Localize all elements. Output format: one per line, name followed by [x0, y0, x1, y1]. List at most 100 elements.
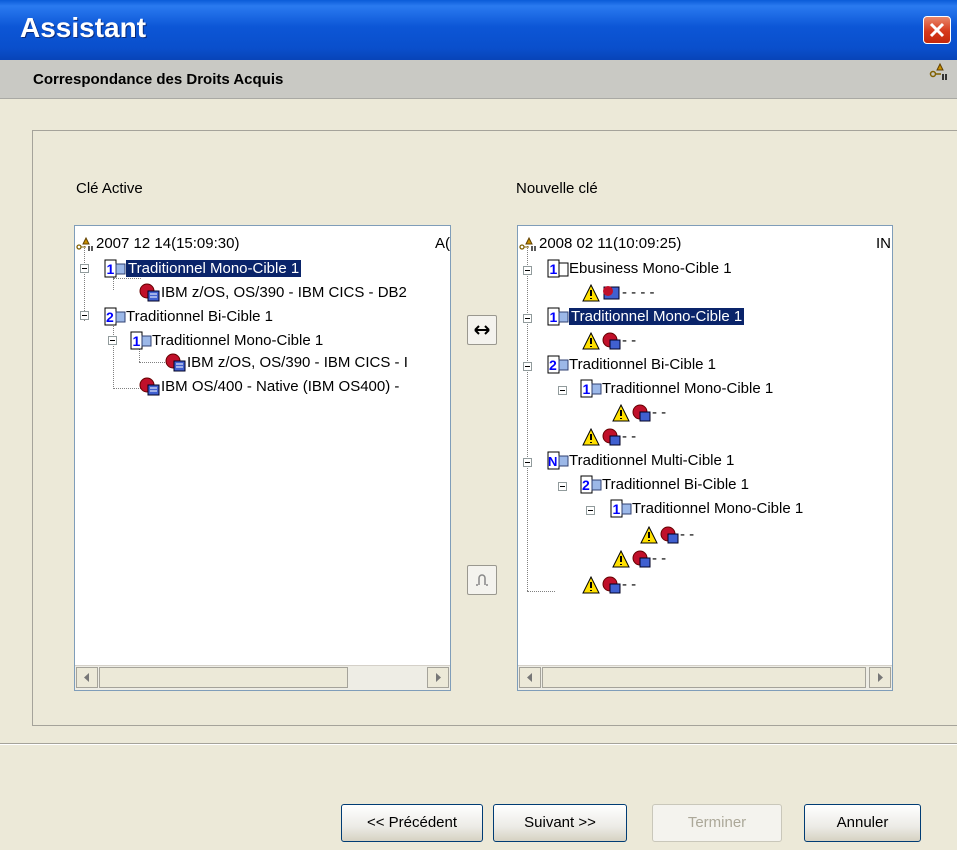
- mono-cible-icon: 1: [547, 307, 569, 326]
- active-key-root[interactable]: 2007 12 14(15:09:30): [76, 233, 239, 255]
- tree-item-label: IBM z/OS, OS/390 - IBM CICS - I: [187, 354, 408, 371]
- tree-item-label: - -: [622, 332, 637, 349]
- previous-button[interactable]: << Précédent: [341, 804, 483, 842]
- title-bar[interactable]: Assistant: [0, 0, 957, 60]
- active-key-tree-content[interactable]: 2007 12 14(15:09:30) A( 1 Traditionnel Mo…: [75, 226, 450, 666]
- tree-item-label: - -: [652, 404, 667, 421]
- warning-icon: [640, 525, 679, 544]
- tree-item-label: IBM z/OS, OS/390 - IBM CICS - DB2: [161, 284, 407, 301]
- warning-icon: [582, 331, 621, 350]
- close-icon: [929, 22, 945, 38]
- tree-item[interactable]: 2 Traditionnel Bi-Cible 1: [104, 306, 273, 328]
- cancel-button[interactable]: Annuler: [804, 804, 921, 842]
- arrow-right-icon: [436, 673, 441, 682]
- active-key-root-suffix: A(: [435, 235, 450, 252]
- horizontal-scrollbar[interactable]: [75, 665, 450, 690]
- tree-item-label: Traditionnel Mono-Cible 1: [632, 500, 804, 517]
- tree-item[interactable]: 1 Ebusiness Mono-Cible 1: [547, 258, 732, 280]
- horizontal-scrollbar[interactable]: [518, 665, 892, 690]
- tree-item-label: Traditionnel Bi-Cible 1: [602, 476, 750, 493]
- separator: [0, 743, 957, 745]
- tree-item[interactable]: N Traditionnel Multi-Cible 1: [547, 450, 734, 472]
- svg-text:2: 2: [106, 309, 114, 325]
- scroll-left-button[interactable]: [76, 667, 98, 688]
- svg-text:1: 1: [133, 333, 141, 349]
- mono-cible-icon: 1: [580, 379, 602, 398]
- svg-text:2: 2: [582, 477, 590, 493]
- tree-item[interactable]: 1 Traditionnel Mono-Cible 1: [547, 306, 745, 328]
- tree-item[interactable]: 2 Traditionnel Bi-Cible 1: [580, 474, 749, 496]
- svg-text:2: 2: [549, 357, 557, 373]
- tree-item[interactable]: - - - -: [582, 282, 654, 304]
- new-key-root-label: 2008 02 11(10:09:25): [539, 235, 682, 252]
- next-button[interactable]: Suivant >>: [493, 804, 627, 842]
- tree-item[interactable]: 1 Traditionnel Mono-Cible 1: [104, 258, 302, 280]
- new-key-tree[interactable]: 2008 02 11(10:09:25) IN 1 Ebusiness Mono-…: [517, 225, 893, 691]
- svg-text:1: 1: [583, 381, 591, 397]
- arrow-right-icon: [878, 673, 883, 682]
- map-button[interactable]: [467, 315, 497, 345]
- new-key-tree-content[interactable]: 2008 02 11(10:09:25) IN 1 Ebusiness Mono-…: [518, 226, 892, 666]
- unmap-button[interactable]: [467, 565, 497, 595]
- svg-text:1: 1: [107, 261, 115, 277]
- svg-text:1: 1: [613, 501, 621, 517]
- ibm-target-icon: [139, 283, 160, 302]
- scroll-left-button[interactable]: [519, 667, 541, 688]
- window-title: Assistant: [20, 12, 147, 43]
- tree-item-label: Traditionnel Bi-Cible 1: [126, 308, 274, 325]
- mono-cible-icon: 1: [130, 331, 152, 350]
- scroll-right-button[interactable]: [427, 667, 449, 688]
- tree-item-label: Traditionnel Mono-Cible 1: [602, 380, 774, 397]
- tree-item-label: - -: [680, 526, 695, 543]
- tree-item[interactable]: 2 Traditionnel Bi-Cible 1: [547, 354, 716, 376]
- tree-item[interactable]: - -: [640, 524, 694, 546]
- svg-text:1: 1: [550, 261, 558, 277]
- scroll-thumb[interactable]: [99, 667, 348, 688]
- tree-item-label: - -: [622, 576, 637, 593]
- tree-item[interactable]: - -: [582, 330, 636, 352]
- arrow-left-icon: [527, 673, 532, 682]
- ibm-target-icon: [139, 377, 160, 396]
- multi-cible-icon: N: [547, 451, 569, 470]
- tree-item-label: Traditionnel Mono-Cible 1: [569, 308, 745, 325]
- warning-icon: [612, 403, 651, 422]
- finish-button[interactable]: Terminer: [652, 804, 782, 842]
- tree-item-label: - - - -: [622, 284, 655, 301]
- tree-item[interactable]: - -: [582, 426, 636, 448]
- ibm-target-icon: [165, 353, 186, 372]
- close-button[interactable]: [923, 16, 951, 44]
- tree-item[interactable]: 1 Traditionnel Mono-Cible 1: [580, 378, 773, 400]
- warning-icon: [582, 427, 621, 446]
- tree-item[interactable]: 1 Traditionnel Mono-Cible 1: [130, 330, 323, 352]
- tree-item[interactable]: - -: [612, 548, 666, 570]
- scroll-right-button[interactable]: [869, 667, 891, 688]
- wizard-header: Correspondance des Droits Acquis: [0, 60, 957, 99]
- tree-item[interactable]: 1 Traditionnel Mono-Cible 1: [610, 498, 803, 520]
- active-key-root-label: 2007 12 14(15:09:30): [96, 235, 240, 252]
- tree-item[interactable]: - -: [612, 402, 666, 424]
- ebusiness-icon: 1: [547, 259, 569, 278]
- mono-cible-icon: 1: [610, 499, 632, 518]
- new-key-root[interactable]: 2008 02 11(10:09:25): [519, 233, 681, 255]
- tree-item[interactable]: IBM OS/400 - Native (IBM OS400) -: [139, 376, 399, 398]
- active-key-tree[interactable]: 2007 12 14(15:09:30) A( 1 Traditionnel Mo…: [74, 225, 451, 691]
- tree-item[interactable]: IBM z/OS, OS/390 - IBM CICS - DB2: [139, 282, 407, 304]
- bi-cible-icon: 2: [547, 355, 569, 374]
- unlink-icon: [476, 574, 488, 586]
- new-key-root-suffix: IN: [876, 235, 891, 252]
- active-key-label: Clé Active: [76, 180, 143, 197]
- tree-item-label: Traditionnel Mono-Cible 1: [126, 260, 302, 277]
- tree-item[interactable]: IBM z/OS, OS/390 - IBM CICS - I: [165, 352, 408, 374]
- scroll-thumb[interactable]: [542, 667, 866, 688]
- key-icon: [929, 62, 947, 80]
- tree-item-label: Ebusiness Mono-Cible 1: [569, 260, 732, 277]
- tree-item[interactable]: - -: [582, 574, 636, 596]
- warning-icon: [582, 283, 620, 302]
- tree-item-label: - -: [652, 550, 667, 567]
- warning-icon: [582, 575, 621, 594]
- svg-text:1: 1: [550, 309, 558, 325]
- mono-cible-icon: 1: [104, 259, 126, 278]
- tree-item-label: Traditionnel Multi-Cible 1: [569, 452, 735, 469]
- tree-item-label: - -: [622, 428, 637, 445]
- tree-item-label: IBM OS/400 - Native (IBM OS400) -: [161, 378, 400, 395]
